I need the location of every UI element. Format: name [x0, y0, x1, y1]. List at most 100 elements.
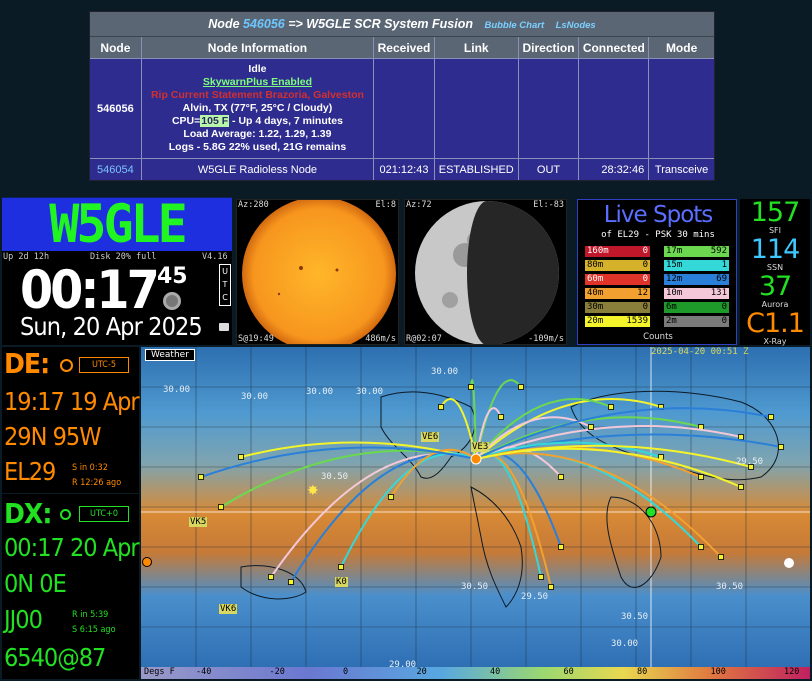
- dx-distance: 6540: [4, 643, 58, 672]
- band-count-160m[interactable]: 160m 0: [585, 246, 650, 257]
- de-location-marker: [470, 453, 482, 465]
- moonrise-time: R@02:07: [406, 334, 442, 344]
- scale-tick: 80: [637, 667, 648, 677]
- space-wx-value: 157: [750, 197, 801, 228]
- utc-toggle[interactable]: U T C: [219, 264, 231, 306]
- utc-seconds: 45: [157, 264, 188, 289]
- band-count: 0: [721, 302, 727, 312]
- band-count-12m[interactable]: 12m 69: [664, 274, 729, 285]
- dx-location-marker: [645, 506, 657, 518]
- map-label: 30.50: [716, 582, 744, 592]
- node-location: Alvin, TX (77°F, 25°C / Cloudy): [182, 102, 333, 114]
- spot-marker: [548, 584, 554, 590]
- spot-marker: [218, 504, 224, 510]
- log-usage: Logs - 5.8G 22% used, 21G remains: [168, 141, 347, 153]
- col-link: Link: [435, 37, 519, 58]
- map-label: 30.00: [241, 392, 269, 402]
- band-name: 30m: [587, 302, 604, 312]
- dx-time-date: 00:17 20 Apr: [4, 533, 140, 562]
- weather-overlay-button[interactable]: Weather: [145, 349, 195, 361]
- map-label: VK5: [189, 517, 208, 527]
- de-timezone-button[interactable]: UTC-5: [79, 357, 129, 373]
- space-weather-panel[interactable]: 157 SFI 114 SSN 37 Aurora C1.1 X-Ray: [740, 197, 810, 346]
- spot-marker: [558, 474, 564, 480]
- bubble-chart-link[interactable]: Bubble Chart: [484, 20, 544, 31]
- spot-marker: [698, 544, 704, 550]
- map-label: 30.50: [321, 472, 349, 482]
- map-label: 30.50: [461, 582, 489, 592]
- cell-empty: [519, 59, 580, 158]
- spot-marker: [778, 444, 784, 450]
- band-count: 12: [637, 288, 648, 298]
- band-name: 6m: [666, 302, 677, 312]
- sun-panel[interactable]: Az:280 El:8 S@19:49 486m/s: [236, 199, 399, 345]
- band-name: 20m: [587, 316, 604, 326]
- main-node-id: 546056: [90, 59, 142, 158]
- band-count-10m[interactable]: 10m 131: [664, 288, 729, 299]
- band-name: 60m: [587, 274, 604, 284]
- stopwatch-icon[interactable]: [163, 292, 181, 310]
- col-node-info: Node Information: [142, 37, 375, 58]
- row-direction: OUT: [519, 159, 580, 180]
- row-node-link[interactable]: 546054: [90, 159, 142, 180]
- sunset-time: S@19:49: [238, 334, 274, 344]
- moon-position-icon: [784, 558, 794, 568]
- cell-empty: [649, 59, 714, 158]
- space-wx-value: 37: [758, 271, 792, 302]
- dx-panel[interactable]: DX: UTC+0 00:17 20 Apr 0N 0E JJ00 R in 5…: [2, 494, 140, 679]
- sun-elevation: El:8: [375, 200, 396, 210]
- spot-marker: [588, 424, 594, 430]
- utc-letter: C: [222, 293, 228, 302]
- spot-marker: [498, 414, 504, 420]
- band-count-60m[interactable]: 60m 0: [585, 274, 650, 285]
- world-map[interactable]: ✸ Weather 2025-04-20 00:51 Z 30.00 30.00 3…: [141, 347, 810, 679]
- dx-grid: JJ00: [4, 605, 43, 634]
- sun-image: [242, 200, 396, 344]
- map-label: 30.50: [621, 612, 649, 622]
- spot-marker: [268, 574, 274, 580]
- spot-marker: [468, 384, 474, 390]
- dx-label: DX:: [4, 497, 52, 530]
- solar-wind: 486m/s: [365, 334, 396, 344]
- cpu-label: CPU=: [171, 115, 201, 127]
- live-spots-subtitle: of EL29 - PSK 30 mins: [601, 230, 715, 240]
- sun-position-icon: ✸: [307, 483, 319, 499]
- node-status: Idle: [248, 63, 267, 75]
- band-count-6m[interactable]: 6m 0: [664, 302, 729, 313]
- map-label: 30.00: [431, 367, 459, 377]
- band-count-17m[interactable]: 17m 592: [664, 246, 729, 257]
- skywarn-link[interactable]: SkywarnPlus Enabled: [203, 76, 312, 89]
- version-label: V4.16: [202, 252, 228, 262]
- callsign-banner[interactable]: W5GLE: [2, 197, 232, 252]
- lsnodes-link[interactable]: LsNodes: [556, 20, 596, 31]
- de-latlon: 29N 95W: [4, 422, 101, 451]
- band-count: 592: [710, 246, 727, 256]
- moon-panel[interactable]: Az:72 El:-83 R@02:07 -109m/s: [404, 199, 567, 345]
- band-count-20m[interactable]: 20m 1539: [585, 316, 650, 327]
- map-label: VE3: [471, 442, 490, 452]
- band-count-2m[interactable]: 2m 0: [664, 316, 729, 327]
- lock-icon[interactable]: [219, 323, 229, 331]
- row-info: W5GLE Radioless Node: [142, 159, 375, 180]
- clock-panel[interactable]: Up 2d 12h Disk 20% full V4.16 00:17 45 U…: [2, 251, 232, 345]
- temperature-scale: Degs F -40 -20 0 20 40 60 80 100 120: [141, 667, 810, 679]
- band-count: 0: [642, 274, 648, 284]
- de-label: DE:: [4, 347, 50, 380]
- title-suffix: => W5GLE SCR System Fusion: [288, 17, 473, 31]
- live-spots-panel[interactable]: Live Spots of EL29 - PSK 30 mins 160m 0 80…: [577, 199, 737, 345]
- cell-empty: [579, 59, 650, 158]
- band-count-15m[interactable]: 15m 1: [664, 260, 729, 271]
- de-marker-icon: [60, 359, 73, 372]
- scale-label: Degs F: [144, 667, 175, 677]
- node-link[interactable]: 546056: [243, 17, 285, 31]
- band-count-40m[interactable]: 40m 12: [585, 288, 650, 299]
- dx-distance-line: 6540@87: [4, 643, 106, 672]
- band-count: 0: [642, 260, 648, 270]
- de-panel[interactable]: DE: UTC-5 19:17 19 Apr 29N 95W EL29 S in…: [2, 347, 140, 493]
- dx-timezone-button[interactable]: UTC+0: [79, 506, 129, 522]
- band-count-80m[interactable]: 80m 0: [585, 260, 650, 271]
- col-mode: Mode: [665, 40, 698, 55]
- map-label: 29.50: [736, 457, 764, 467]
- band-count-30m[interactable]: 30m 0: [585, 302, 650, 313]
- live-spots-footer: Counts: [643, 332, 673, 342]
